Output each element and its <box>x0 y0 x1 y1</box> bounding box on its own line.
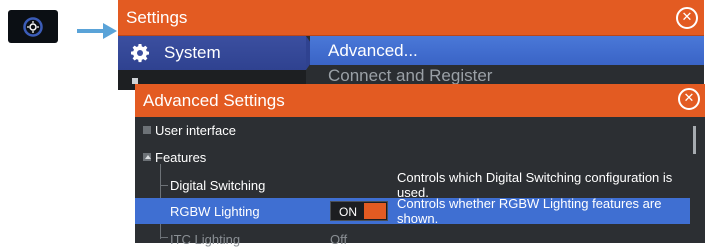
toggle-knob <box>364 203 386 219</box>
settings-thumbnail[interactable] <box>8 10 58 43</box>
setting-row-itc-lighting[interactable]: ITC Lighting Off <box>135 226 690 252</box>
menu-item-connect-register[interactable]: Connect and Register <box>328 66 492 86</box>
row-description: Controls whether RGBW Lighting features … <box>397 196 662 226</box>
settings-title: Settings <box>126 7 188 27</box>
advanced-settings-window: Advanced Settings ✕ User interface Featu… <box>135 84 705 247</box>
gear-icon <box>131 44 149 63</box>
advanced-title-bar: Advanced Settings <box>135 84 705 117</box>
collapse-icon[interactable] <box>143 153 151 161</box>
close-icon[interactable]: ✕ <box>678 88 700 110</box>
toggle-state: ON <box>339 205 357 219</box>
gear-icon <box>23 17 43 37</box>
setting-row-digital-switching[interactable]: Digital Switching Controls which Digital… <box>135 170 690 200</box>
rgbw-toggle[interactable]: ON <box>330 201 388 221</box>
setting-row-features[interactable]: Features <box>135 144 690 170</box>
scrollbar[interactable] <box>693 126 696 154</box>
row-label: RGBW Lighting <box>170 203 260 219</box>
row-label: ITC Lighting <box>170 231 241 247</box>
settings-title-bar: Settings <box>118 0 704 36</box>
sidebar-item-system[interactable]: System <box>118 36 318 70</box>
close-icon[interactable]: ✕ <box>676 7 698 29</box>
row-label: User interface <box>155 122 236 138</box>
settings-window: Settings ✕ System Advanced... Connect an… <box>118 0 704 90</box>
row-label: Features <box>155 149 207 165</box>
row-label: Digital Switching <box>170 177 266 193</box>
setting-row-user-interface[interactable]: User interface <box>135 117 690 143</box>
arrow-right-icon <box>77 23 117 39</box>
row-value: Off <box>330 231 348 247</box>
advanced-title: Advanced Settings <box>143 90 285 110</box>
expand-icon[interactable] <box>143 126 151 134</box>
setting-row-rgbw-lighting[interactable]: RGBW Lighting ON Controls whether RGBW L… <box>135 196 690 226</box>
menu-item-advanced[interactable]: Advanced... <box>310 36 704 65</box>
sidebar-item-label: System <box>164 43 221 62</box>
